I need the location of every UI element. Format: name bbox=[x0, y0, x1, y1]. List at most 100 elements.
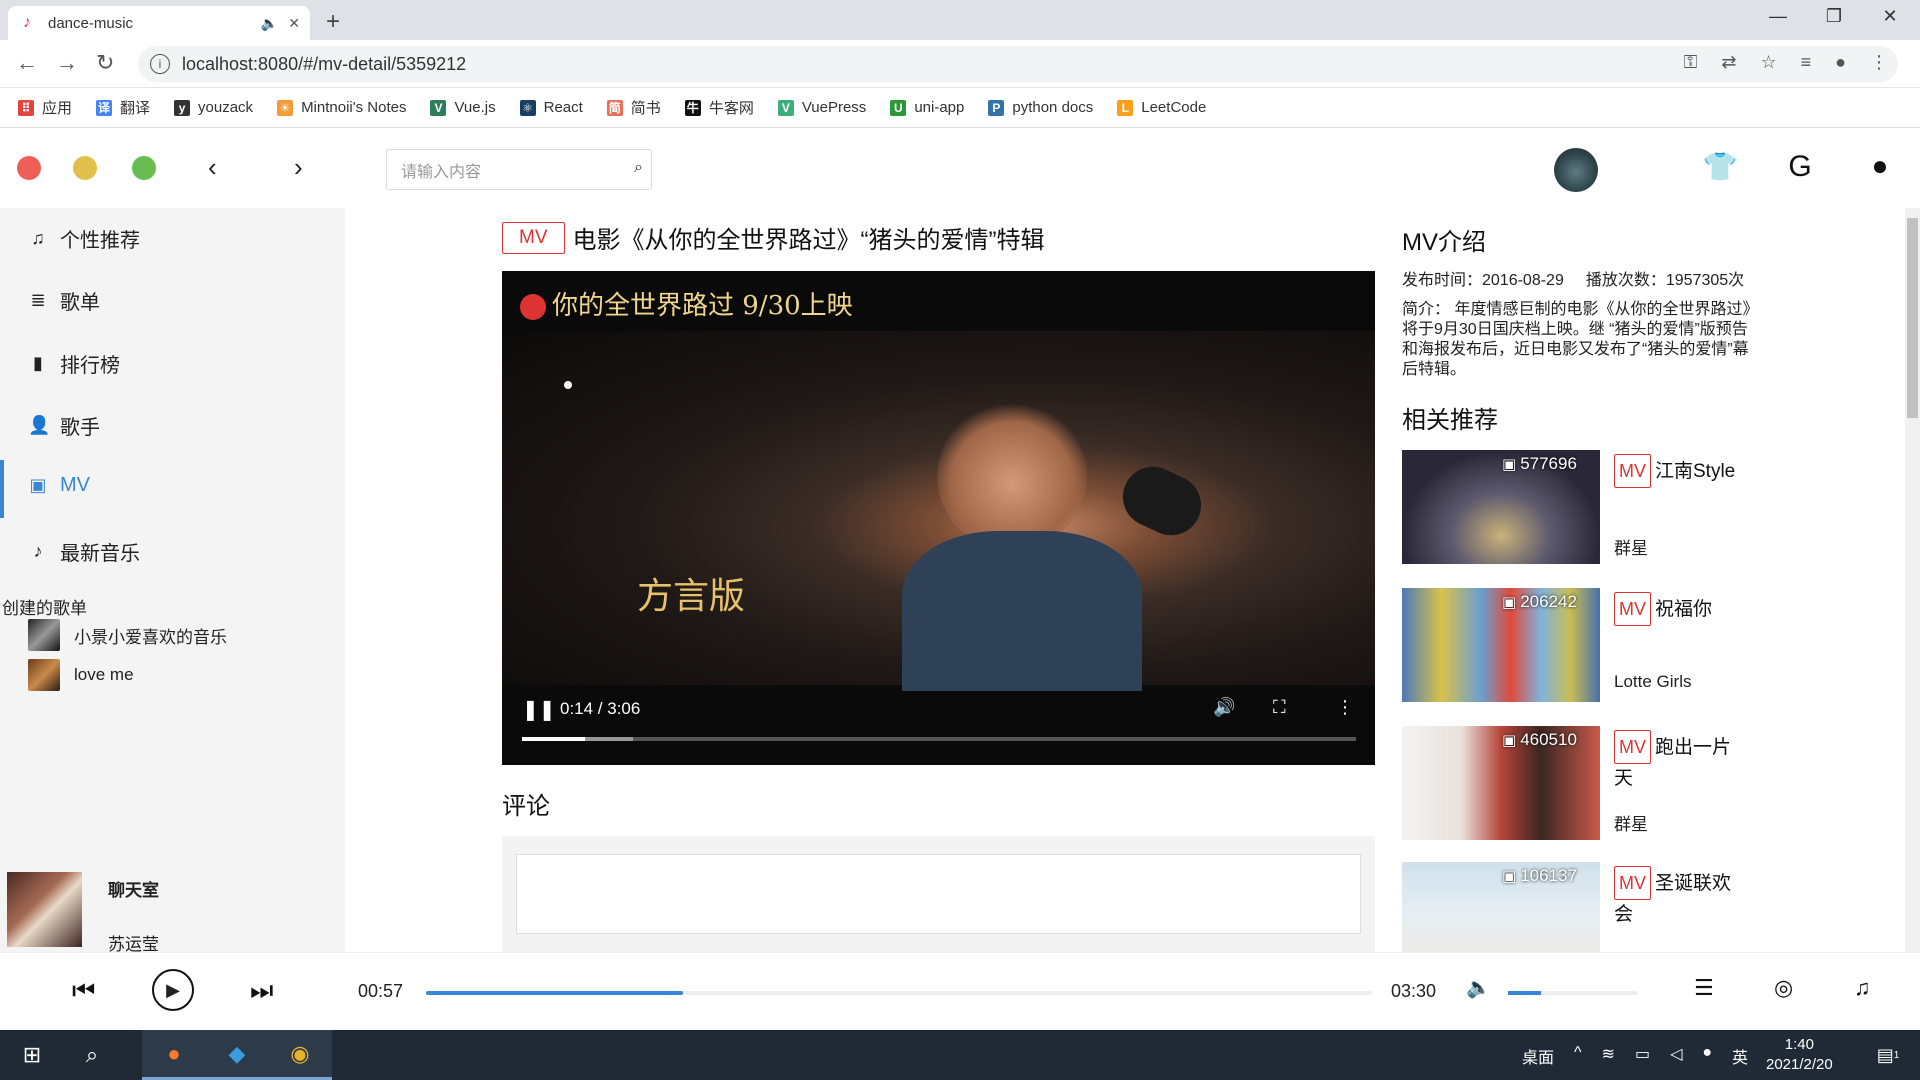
windows-start-icon[interactable]: ⊞ bbox=[0, 1030, 64, 1080]
close-window-button[interactable]: ✕ bbox=[1870, 6, 1910, 27]
site-info-icon[interactable]: i bbox=[150, 54, 170, 74]
video-progress-track[interactable] bbox=[522, 737, 1356, 741]
os-taskbar: ⊞ ⌕ ● ◆ ◉ 桌面 ^ ≋ ▭ ◁ ● 英 1:40 2021/2/20 … bbox=[0, 1030, 1920, 1080]
total-time: 03:30 bbox=[1391, 981, 1437, 1001]
mic-icon[interactable]: ● bbox=[1702, 1044, 1712, 1068]
playlist-item[interactable]: love me bbox=[28, 659, 134, 691]
related-title[interactable]: MV 圣诞联欢会 bbox=[1614, 866, 1744, 930]
next-track-icon[interactable]: ⏭ bbox=[250, 975, 273, 1007]
related-play-count: ▣ 106137 bbox=[1502, 866, 1577, 885]
sidebar-item-new-music[interactable]: ♪ 最新音乐 bbox=[28, 537, 141, 566]
browser-tab[interactable]: ♪ dance-music 🔈 ✕ bbox=[8, 6, 310, 40]
video-fullscreen-icon[interactable]: ⛶ bbox=[1273, 697, 1286, 718]
taskbar-search-icon[interactable]: ⌕ bbox=[60, 1030, 124, 1080]
url-field[interactable]: i localhost:8080/#/mv-detail/5359212 ⚿ ⇄… bbox=[138, 46, 1898, 82]
bookmark-nowcoder[interactable]: 牛牛客网 bbox=[684, 97, 754, 118]
maximize-dot-button[interactable] bbox=[132, 156, 156, 180]
minimize-dot-button[interactable] bbox=[73, 156, 97, 180]
related-play-count: ▣ 460510 bbox=[1502, 730, 1577, 749]
reading-list-icon[interactable]: ≡ bbox=[1801, 52, 1812, 73]
mv-title-row: MV 电影《从你的全世界路过》“猪头的爱情”特辑 bbox=[502, 220, 1044, 255]
search-icon[interactable]: ⌕ bbox=[634, 159, 643, 177]
scrollbar-thumb[interactable] bbox=[1907, 218, 1918, 418]
page-scrollbar[interactable] bbox=[1905, 208, 1920, 952]
python-icon: P bbox=[988, 99, 1005, 116]
history-back-button[interactable]: ‹ bbox=[208, 152, 217, 183]
camera-icon: ▣ bbox=[1502, 868, 1517, 885]
notification-center-icon[interactable]: ▤ 1 bbox=[1856, 1030, 1920, 1080]
mv-tag: MV bbox=[1614, 454, 1651, 488]
related-item[interactable]: ▣ 577696 MV 江南Style 群星 bbox=[1402, 450, 1802, 564]
bookmark-leetcode[interactable]: L LeetCode bbox=[1117, 99, 1206, 116]
related-title[interactable]: MV 江南Style bbox=[1614, 454, 1744, 488]
playlist-queue-icon[interactable]: ☰ bbox=[1694, 975, 1714, 1001]
bookmark-vuepress[interactable]: V VuePress bbox=[777, 99, 866, 116]
speaker-icon[interactable]: ◁ bbox=[1670, 1044, 1682, 1068]
history-forward-button[interactable]: › bbox=[294, 152, 303, 183]
firefox-icon[interactable]: ● bbox=[142, 1030, 206, 1080]
related-item[interactable]: ▣ 106137 MV 圣诞联欢会 bbox=[1402, 862, 1802, 952]
avatar[interactable] bbox=[1554, 148, 1598, 192]
maximize-window-button[interactable]: ❐ bbox=[1814, 6, 1854, 27]
menu-kebab-icon[interactable]: ⋮ bbox=[1870, 52, 1888, 73]
sidebar-item-artists[interactable]: 👤 歌手 bbox=[28, 411, 100, 440]
back-button[interactable]: ← bbox=[16, 50, 38, 76]
related-item[interactable]: ▣ 206242 MV 祝福你 Lotte Girls bbox=[1402, 588, 1802, 702]
battery-icon[interactable]: ▭ bbox=[1635, 1044, 1650, 1068]
close-dot-button[interactable] bbox=[17, 156, 41, 180]
google-g-icon[interactable]: G bbox=[1780, 150, 1820, 184]
skin-tshirt-icon[interactable]: 👕 bbox=[1700, 150, 1740, 183]
lyrics-icon[interactable]: ◎ bbox=[1774, 975, 1793, 1001]
bookmark-react[interactable]: ⚛ React bbox=[519, 99, 583, 116]
previous-track-icon[interactable]: ⏮ bbox=[72, 975, 95, 1007]
playlist-item[interactable]: 小景小爱喜欢的音乐 bbox=[28, 619, 227, 651]
desktop-label[interactable]: 桌面 bbox=[1522, 1044, 1554, 1068]
wifi-icon[interactable]: ≋ bbox=[1602, 1044, 1615, 1068]
vscode-icon[interactable]: ◆ bbox=[205, 1030, 269, 1080]
bookmark-vuejs[interactable]: V Vue.js bbox=[430, 99, 496, 116]
bookmark-jianshu[interactable]: 简简书 bbox=[606, 97, 661, 118]
search-input[interactable]: 请输入内容 ⌕ bbox=[386, 149, 652, 190]
bookmark-star-icon[interactable]: ☆ bbox=[1760, 52, 1776, 73]
related-title[interactable]: MV 跑出一片天 bbox=[1614, 730, 1744, 794]
related-title[interactable]: MV 祝福你 bbox=[1614, 592, 1744, 626]
camera-icon: ▣ bbox=[1502, 456, 1517, 473]
system-clock[interactable]: 1:40 2021/2/20 bbox=[1766, 1035, 1833, 1075]
github-icon[interactable]: ● bbox=[1860, 150, 1900, 182]
comment-textarea[interactable] bbox=[516, 854, 1361, 934]
bookmark-uniapp[interactable]: Uuni-app bbox=[890, 99, 964, 116]
profile-icon[interactable]: ● bbox=[1835, 52, 1846, 73]
volume-slider[interactable] bbox=[1508, 991, 1638, 995]
playback-progress-track[interactable] bbox=[426, 991, 1372, 995]
chrome-icon[interactable]: ◉ bbox=[268, 1030, 332, 1080]
bookmark-mintnoii[interactable]: ☀ Mintnoii's Notes bbox=[277, 99, 406, 116]
now-playing-cover[interactable] bbox=[7, 872, 82, 947]
forward-button[interactable]: → bbox=[56, 50, 78, 76]
bookmark-translate[interactable]: 译翻译 bbox=[96, 97, 150, 118]
volume-icon[interactable]: 🔈 bbox=[1466, 975, 1491, 1000]
sidebar-item-playlists[interactable]: ≣ 歌单 bbox=[28, 286, 100, 315]
minimize-window-button[interactable]: — bbox=[1758, 6, 1798, 27]
translate-page-icon[interactable]: ⇄ bbox=[1721, 52, 1736, 73]
play-button[interactable]: ▶ bbox=[152, 969, 194, 1011]
bookmark-youzack[interactable]: y youzack bbox=[174, 99, 253, 116]
video-player[interactable]: 你的全世界路过 9/30上映 方言版 ❚❚ 0:14 / 3:06 🔊 ⛶ ⋮ bbox=[502, 271, 1375, 765]
related-item[interactable]: ▣ 460510 MV 跑出一片天 群星 bbox=[1402, 726, 1802, 840]
audio-playing-icon[interactable]: 🔈 bbox=[261, 15, 278, 32]
tray-chevron-icon[interactable]: ^ bbox=[1574, 1044, 1582, 1068]
close-tab-icon[interactable]: ✕ bbox=[288, 15, 300, 32]
sidebar-item-charts[interactable]: ▮ 排行榜 bbox=[28, 349, 120, 378]
bookmark-python-docs[interactable]: Ppython docs bbox=[988, 99, 1093, 116]
video-more-icon[interactable]: ⋮ bbox=[1336, 697, 1354, 718]
comment-panel bbox=[502, 836, 1375, 952]
ime-indicator[interactable]: 英 bbox=[1732, 1044, 1748, 1068]
bookmark-apps[interactable]: ⠿ 应用 bbox=[18, 97, 72, 118]
sidebar-item-recommend[interactable]: ♫ 个性推荐 bbox=[28, 224, 140, 253]
sidebar-item-mv[interactable]: ▣ MV bbox=[28, 474, 90, 497]
video-volume-icon[interactable]: 🔊 bbox=[1213, 697, 1235, 718]
key-icon[interactable]: ⚿ bbox=[1684, 52, 1698, 73]
video-pause-icon[interactable]: ❚❚ bbox=[522, 697, 556, 722]
new-tab-button[interactable]: + bbox=[326, 8, 340, 36]
music-list-icon[interactable]: ♫ bbox=[1854, 975, 1871, 1001]
reload-button[interactable]: ↻ bbox=[96, 50, 114, 76]
